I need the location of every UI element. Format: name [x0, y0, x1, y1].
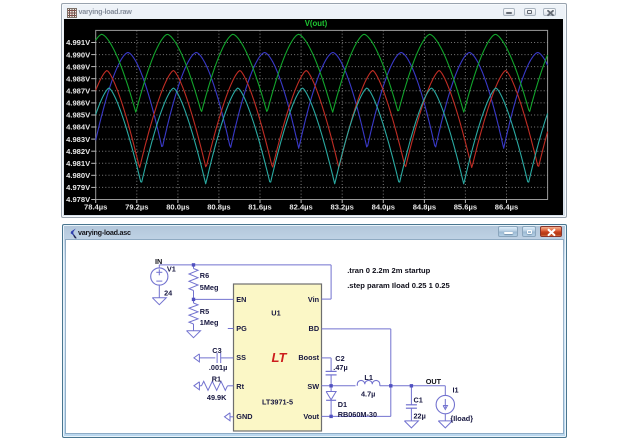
- svg-text:78.4µs: 78.4µs: [84, 202, 107, 211]
- svg-text:4.987V: 4.987V: [66, 87, 91, 96]
- svg-text:80.8µs: 80.8µs: [207, 202, 230, 211]
- svg-text:EN: EN: [236, 294, 246, 303]
- svg-text:Vin: Vin: [307, 294, 318, 303]
- svg-text:.001µ: .001µ: [208, 362, 226, 371]
- svg-text:Boost: Boost: [298, 353, 319, 362]
- svg-text:SS: SS: [236, 353, 246, 362]
- svg-text:4.982V: 4.982V: [66, 147, 91, 156]
- svg-text:C3: C3: [212, 345, 221, 354]
- svg-text:BD: BD: [308, 324, 319, 333]
- svg-text:LT: LT: [271, 350, 287, 365]
- svg-text:Vout: Vout: [303, 412, 319, 421]
- svg-text:C1: C1: [413, 395, 422, 404]
- svg-text:84.0µs: 84.0µs: [372, 202, 395, 211]
- svg-text:IN: IN: [155, 256, 162, 265]
- svg-text:GND: GND: [236, 412, 252, 421]
- svg-text:4.7µ: 4.7µ: [361, 389, 375, 398]
- svg-text:79.2µs: 79.2µs: [125, 202, 148, 211]
- svg-text:84.8µs: 84.8µs: [413, 202, 436, 211]
- svg-text:4.979V: 4.979V: [66, 183, 91, 192]
- svg-text:L1: L1: [364, 372, 373, 381]
- svg-text:4.980V: 4.980V: [66, 171, 91, 180]
- svg-text:22µ: 22µ: [413, 411, 425, 420]
- svg-text:.47µ: .47µ: [333, 363, 347, 372]
- svg-text:LT3971-5: LT3971-5: [261, 397, 292, 406]
- svg-text:V(out): V(out): [305, 19, 328, 28]
- svg-text:Rt: Rt: [236, 381, 244, 390]
- svg-text:4.989V: 4.989V: [66, 62, 91, 71]
- svg-text:.tran 0 2.2m 2m startup: .tran 0 2.2m 2m startup: [347, 266, 430, 275]
- svg-text:RB060M-30: RB060M-30: [337, 409, 376, 418]
- svg-text:U1: U1: [271, 308, 280, 317]
- svg-text:24: 24: [164, 288, 173, 297]
- svg-text:86.4µs: 86.4µs: [495, 202, 518, 211]
- svg-text:85.6µs: 85.6µs: [454, 202, 477, 211]
- svg-text:PG: PG: [236, 324, 247, 333]
- svg-text:80.0µs: 80.0µs: [166, 202, 189, 211]
- svg-text:R1: R1: [211, 374, 220, 383]
- svg-text:.step param Iload 0.25 1 0.25: .step param Iload 0.25 1 0.25: [347, 280, 450, 289]
- svg-text:49.9K: 49.9K: [206, 393, 226, 402]
- svg-text:4.985V: 4.985V: [66, 111, 91, 120]
- svg-text:5Meg: 5Meg: [199, 283, 218, 292]
- svg-text:4.988V: 4.988V: [66, 74, 91, 83]
- svg-text:4.983V: 4.983V: [66, 135, 91, 144]
- svg-text:{Iload}: {Iload}: [450, 414, 473, 423]
- svg-text:81.6µs: 81.6µs: [248, 202, 271, 211]
- svg-text:D1: D1: [337, 400, 346, 409]
- svg-text:4.981V: 4.981V: [66, 159, 91, 168]
- svg-text:V1: V1: [166, 264, 175, 273]
- svg-text:82.4µs: 82.4µs: [289, 202, 312, 211]
- svg-text:SW: SW: [307, 381, 319, 390]
- svg-text:4.991V: 4.991V: [66, 38, 91, 47]
- svg-text:4.984V: 4.984V: [66, 123, 91, 132]
- svg-text:83.2µs: 83.2µs: [331, 202, 354, 211]
- svg-text:OUT: OUT: [425, 377, 441, 386]
- svg-text:R6: R6: [199, 270, 208, 279]
- svg-text:I1: I1: [452, 385, 458, 394]
- svg-text:C2: C2: [335, 354, 344, 363]
- svg-text:R5: R5: [199, 307, 208, 316]
- svg-text:4.986V: 4.986V: [66, 99, 91, 108]
- svg-text:4.990V: 4.990V: [66, 50, 91, 59]
- svg-text:1Meg: 1Meg: [199, 318, 218, 327]
